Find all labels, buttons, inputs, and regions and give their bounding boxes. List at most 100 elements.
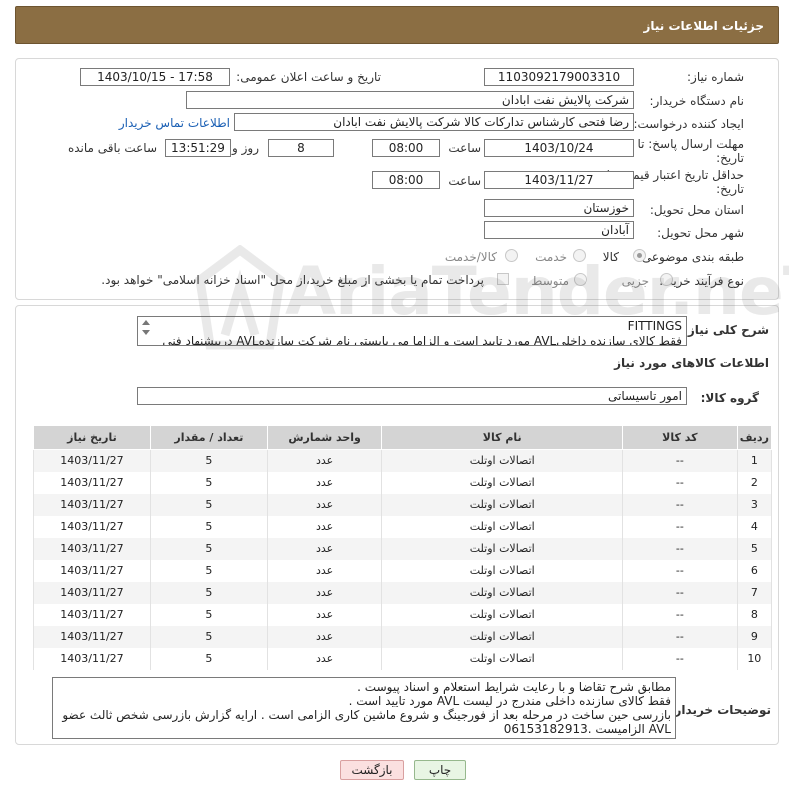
- cell-need-date: 1403/11/27: [33, 537, 151, 560]
- cell-item-code: --: [622, 559, 738, 582]
- cell-quantity: 5: [149, 625, 268, 648]
- category-goods-service-label: کالا/خدمت: [444, 250, 497, 264]
- buyer-notes-line-1: مطابق شرح تقاضا و با رعایت شرایط استعلام…: [357, 680, 671, 694]
- province-label: استان محل تحویل:: [649, 203, 744, 217]
- remaining-time-field: 13:51:29: [165, 139, 231, 157]
- deadline-date-field: 1403/10/24: [484, 139, 634, 157]
- payment-note: پرداخت تمام یا بخشی از مبلغ خرید،از محل …: [101, 273, 484, 287]
- announce-date-field: 1403/10/15 - 17:58: [80, 68, 230, 86]
- need-number-field: 1103092179003310: [484, 68, 634, 86]
- creator-field: رضا فتحی کارشناس تدارکات کالا شرکت پالای…: [234, 113, 634, 131]
- buyer-notes-line-3: بازرسی حین ساخت در مرحله بعد از فورجینگ …: [62, 708, 671, 722]
- category-goods-service-radio[interactable]: [505, 249, 518, 262]
- cell-row-number: 7: [736, 581, 773, 604]
- validity-time-field: 08:00: [372, 171, 440, 189]
- description-line-1: FITTINGS: [627, 319, 682, 333]
- page-title: جزئیات اطلاعات نیاز: [643, 19, 764, 33]
- cell-item-code: --: [622, 625, 738, 648]
- cell-quantity: 5: [149, 493, 268, 516]
- cell-unit: عدد: [266, 449, 383, 472]
- scroll-up-icon[interactable]: [142, 320, 150, 325]
- table-row: 5 -- اتصالات اوتلت عدد 5 1403/11/27: [33, 537, 773, 560]
- cell-item-name: اتصالات اوتلت: [381, 515, 624, 538]
- remaining-label: ساعت باقی مانده: [67, 141, 157, 155]
- city-label: شهر محل تحویل:: [657, 226, 744, 240]
- category-goods-radio[interactable]: [633, 249, 646, 262]
- col-need-date: تاریخ نیاز: [33, 425, 151, 450]
- cell-item-name: اتصالات اوتلت: [381, 537, 624, 560]
- buyer-contact-link[interactable]: اطلاعات تماس خریدار: [119, 116, 230, 130]
- table-row: 9 -- اتصالات اوتلت عدد 5 1403/11/27: [33, 625, 773, 648]
- category-label: طبقه بندی موضوعی:: [637, 250, 744, 264]
- category-service-radio[interactable]: [573, 249, 586, 262]
- cell-row-number: 3: [736, 493, 773, 516]
- process-minor-radio[interactable]: [660, 273, 673, 286]
- cell-item-name: اتصالات اوتلت: [381, 559, 624, 582]
- province-field: خوزستان: [484, 199, 634, 217]
- cell-unit: عدد: [266, 515, 383, 538]
- cell-unit: عدد: [266, 625, 383, 648]
- col-unit: واحد شمارش: [266, 425, 383, 450]
- cell-item-code: --: [622, 515, 738, 538]
- cell-need-date: 1403/11/27: [33, 471, 151, 494]
- scroll-down-icon[interactable]: [142, 330, 150, 335]
- col-item-name: نام کالا: [381, 425, 624, 450]
- col-row-number: ردیف: [736, 425, 773, 450]
- table-row: 4 -- اتصالات اوتلت عدد 5 1403/11/27: [33, 515, 773, 538]
- goods-group-field: امور تاسیساتی: [137, 387, 687, 405]
- deadline-label: مهلت ارسال پاسخ: تا: [637, 137, 744, 151]
- table-row: 2 -- اتصالات اوتلت عدد 5 1403/11/27: [33, 471, 773, 494]
- table-row: 6 -- اتصالات اوتلت عدد 5 1403/11/27: [33, 559, 773, 582]
- cell-item-name: اتصالات اوتلت: [381, 647, 624, 670]
- process-medium-label: متوسط: [531, 274, 569, 288]
- cell-item-code: --: [622, 581, 738, 604]
- cell-unit: عدد: [266, 471, 383, 494]
- process-minor-label: جزیی: [621, 274, 649, 288]
- cell-need-date: 1403/11/27: [33, 625, 151, 648]
- need-number-label: شماره نیاز:: [687, 70, 744, 84]
- table-row: 7 -- اتصالات اوتلت عدد 5 1403/11/27: [33, 581, 773, 604]
- cell-need-date: 1403/11/27: [33, 603, 151, 626]
- treasury-payment-checkbox[interactable]: [497, 273, 509, 285]
- description-textarea[interactable]: FITTINGS فقط کالای سازنده داخلیAVL مورد …: [137, 316, 687, 346]
- buyer-notes-line-4: AVL الزامیست .06153182913: [503, 722, 671, 736]
- cell-unit: عدد: [266, 603, 383, 626]
- cell-item-name: اتصالات اوتلت: [381, 603, 624, 626]
- creator-label: ایجاد کننده درخواست:: [633, 117, 744, 131]
- cell-unit: عدد: [266, 559, 383, 582]
- cell-row-number: 4: [736, 515, 773, 538]
- validity-date-field: 1403/11/27: [484, 171, 634, 189]
- cell-item-code: --: [622, 449, 738, 472]
- cell-need-date: 1403/11/27: [33, 647, 151, 670]
- back-button[interactable]: بازگشت: [340, 760, 404, 780]
- cell-item-code: --: [622, 493, 738, 516]
- cell-item-name: اتصالات اوتلت: [381, 625, 624, 648]
- cell-item-code: --: [622, 603, 738, 626]
- category-service-label: خدمت: [535, 250, 567, 264]
- cell-row-number: 9: [736, 625, 773, 648]
- cell-need-date: 1403/11/27: [33, 449, 151, 472]
- table-row: 8 -- اتصالات اوتلت عدد 5 1403/11/27: [33, 603, 773, 626]
- cell-item-name: اتصالات اوتلت: [381, 581, 624, 604]
- deadline-label-date: تاریخ:: [716, 151, 744, 165]
- buyer-notes-line-2: فقط کالای سازنده داخلی مندرج در لیست AVL…: [348, 694, 671, 708]
- buyer-org-label: نام دستگاه خریدار:: [649, 94, 745, 108]
- cell-row-number: 2: [736, 471, 773, 494]
- deadline-time-field: 08:00: [372, 139, 440, 157]
- cell-row-number: 8: [736, 603, 773, 626]
- buyer-notes-label: توضیحات خریدار:: [669, 703, 771, 717]
- cell-quantity: 5: [149, 537, 268, 560]
- buyer-notes-textarea[interactable]: مطابق شرح تقاضا و با رعایت شرایط استعلام…: [52, 677, 676, 739]
- description-line-2: فقط کالای سازنده داخلیAVL مورد تایید است…: [162, 334, 682, 346]
- goods-section-title: اطلاعات کالاهای مورد نیاز: [614, 356, 769, 370]
- announce-date-label: تاریخ و ساعت اعلان عمومی:: [236, 70, 381, 84]
- process-medium-radio[interactable]: [574, 273, 587, 286]
- cell-item-code: --: [622, 537, 738, 560]
- description-label: شرح کلی نیاز:: [683, 323, 769, 337]
- print-button[interactable]: چاپ: [414, 760, 466, 780]
- cell-unit: عدد: [266, 493, 383, 516]
- cell-row-number: 5: [736, 537, 773, 560]
- description-scrollbar[interactable]: [140, 319, 152, 341]
- goods-table-header: ردیف کد کالا نام کالا واحد شمارش تعداد /…: [33, 425, 773, 450]
- cell-need-date: 1403/11/27: [33, 493, 151, 516]
